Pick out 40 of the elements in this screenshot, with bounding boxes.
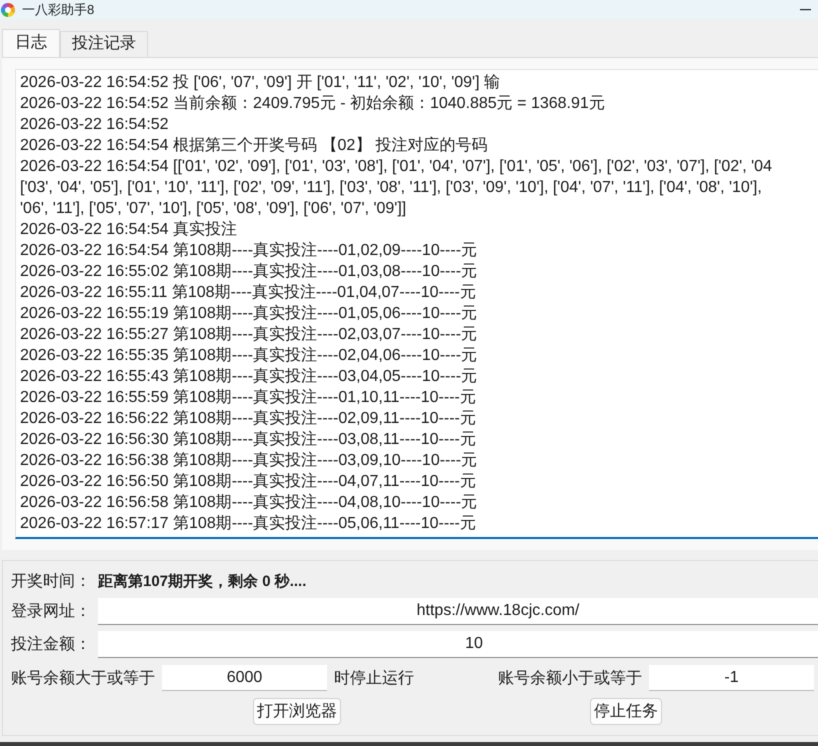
log-line: 2026-03-22 16:54:54 真实投注 [20,220,238,240]
log-line: 2026-03-22 16:54:54 第108期----真实投注----01,02,09----10----元 [20,240,478,261]
minimize-icon[interactable] [800,8,811,10]
url-field[interactable]: https://www.18cjc.com/ [98,598,818,625]
log-line: 2026-03-22 16:57:17 第108期----真实投注----05,06,11----10----元 [20,514,476,534]
login-url-label: 登录网址： [11,602,92,622]
draw-time-label: 开奖时间： [11,572,92,592]
log-line: 2026-03-22 16:56:30 第108期----真实投注----03,08,11----10----元 [20,430,476,450]
log-line: 2026-03-22 16:54:54 [['01', '02', '09'], ['01', '03', '08'], ['01', '04', '07'], ['01', '05', '06'], ['02', '03', '07'], ['02', '04 [20,157,772,177]
bet-amount-label: 投注金额： [11,634,92,655]
log-line: ['03', '04', '05'], ['01', '10', '11'], ['02', '09', '11'], ['03', '08', '11'], ['03', '09', '10'], ['04', '07', '11'], ['04', '08', '10'], [20,178,762,198]
tab[interactable]: 投注记录 [60,31,148,57]
log-line: 2026-03-22 16:55:27 第108期----真实投注----02,03,07----10----元 [20,324,478,345]
bet-amount-field[interactable]: 10 [98,631,818,658]
log-line: 2026-03-22 16:55:19 第108期----真实投注----01,05,06----10----元 [20,304,478,324]
log-line: 2026-03-22 16:55:59 第108期----真实投注----01,10,11----10----元 [20,388,476,408]
color-wheel-icon [1,2,15,16]
upper-balance-label: 账号余额大于或等于 [11,668,156,688]
stop-suffix-label: 时停止运行 [334,668,415,688]
log-line: 2026-03-22 16:56:58 第108期----真实投注----04,08,10----10----元 [20,492,478,513]
log-line: 2026-03-22 16:54:52 当前余额：2409.795元 - 初始余额：1040.885元 = 1368.91元 [20,94,605,114]
stop-task-button[interactable]: 停止任务 [590,698,662,725]
tab[interactable]: 日志 [2,29,60,57]
lower-balance-field[interactable]: -1 [649,665,814,691]
log-line: 2026-03-22 16:55:35 第108期----真实投注----02,04,06----10----元 [20,346,478,366]
window-title: 一八彩助手8 [22,2,94,17]
upper-balance-field[interactable]: 6000 [162,665,327,691]
log-line: 2026-03-22 16:54:54 根据第三个开奖号码 【02】 投注对应的号码 [20,136,488,156]
log-line: 2026-03-22 16:56:50 第108期----真实投注----04,07,11----10----元 [20,472,476,492]
log-line: '06', '11'], ['05', '07', '10'], ['05', '08', '09'], ['06', '07', '09']] [20,199,406,219]
log-line: 2026-03-22 16:55:02 第108期----真实投注----01,03,08----10----元 [20,262,478,282]
log-line: 2026-03-22 16:56:22 第108期----真实投注----02,09,11----10----元 [20,408,476,429]
open-browser-button[interactable]: 打开浏览器 [253,698,341,725]
log-line: 2026-03-22 16:55:11 第108期----真实投注----01,04,07----10----元 [20,282,476,303]
lower-balance-label: 账号余额小于或等于 [498,668,643,688]
log-line: 2026-03-22 16:54:52 [20,115,169,135]
log-line: 2026-03-22 16:55:43 第108期----真实投注----03,04,05----10----元 [20,366,478,387]
countdown-text: 距离第107期开奖，剩余 0 秒.... [98,572,306,591]
log-line: 2026-03-22 16:56:38 第108期----真实投注----03,09,10----10----元 [20,450,478,471]
log-line: 2026-03-22 16:54:52 投 ['06', '07', '09'] 开 ['01', '11', '02', '10', '09'] 输 [20,73,500,93]
